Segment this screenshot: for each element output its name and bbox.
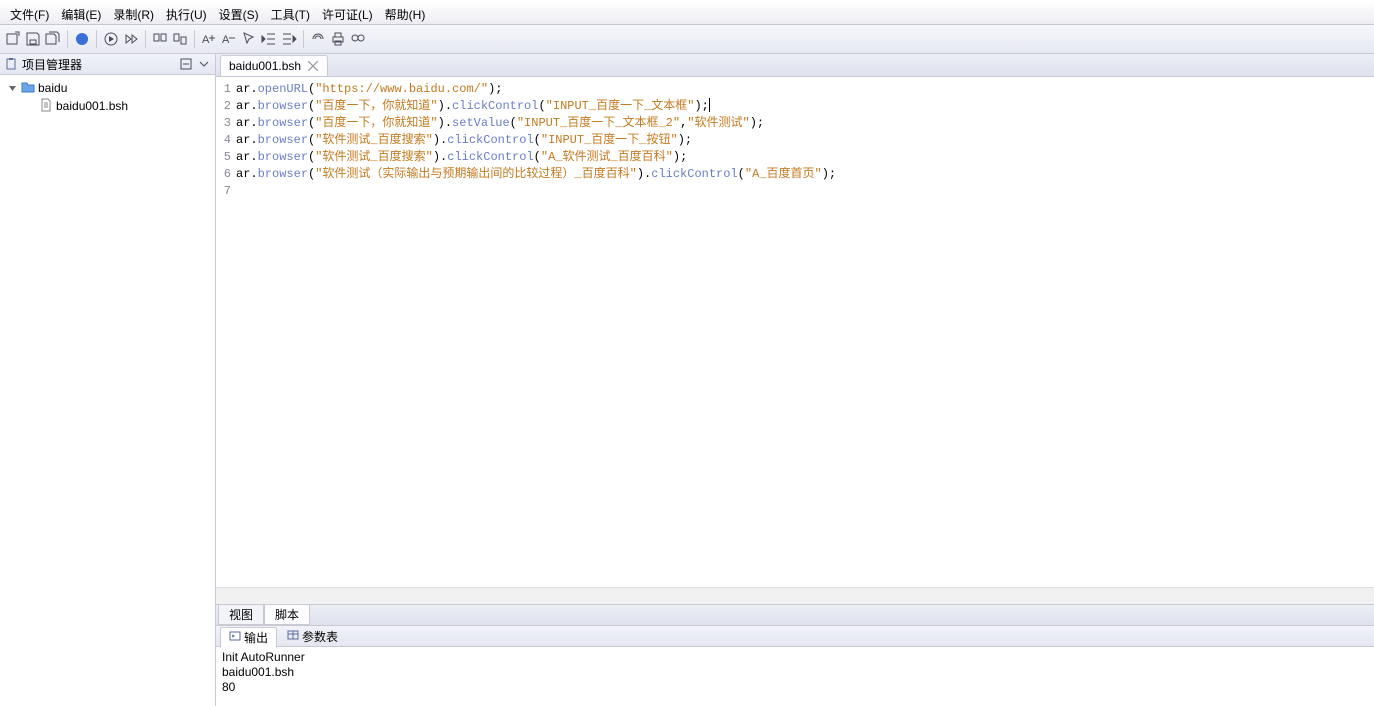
play-icon[interactable] [102, 30, 120, 48]
file-icon [39, 98, 53, 115]
twisty-open-icon[interactable] [6, 82, 18, 94]
menu-file[interactable]: 文件(F) [4, 4, 55, 25]
tree-file-label: baidu001.bsh [56, 99, 128, 113]
menubar: 文件(F) 编辑(E) 录制(R) 执行(U) 设置(S) 工具(T) 许可证(… [0, 4, 1374, 25]
project-explorer: 项目管理器 baidu baidu001.bsh [0, 54, 216, 706]
find-icon[interactable] [151, 30, 169, 48]
tree-folder-baidu[interactable]: baidu [0, 79, 215, 97]
menu-tools[interactable]: 工具(T) [265, 4, 316, 25]
menu-settings[interactable]: 设置(S) [213, 4, 265, 25]
play-step-icon[interactable] [122, 30, 140, 48]
code-editor[interactable]: 1234567 ar.openURL("https://www.baidu.co… [216, 77, 1374, 587]
font-inc-icon[interactable]: A [200, 30, 218, 48]
editor-tab-label: baidu001.bsh [229, 59, 301, 73]
tree-file-baidu001[interactable]: baidu001.bsh [0, 97, 215, 115]
svg-text:A: A [202, 34, 210, 46]
tab-view[interactable]: 视图 [218, 605, 264, 625]
output-panel: 输出 参数表 Init AutoRunnerbaidu001.bsh80 [216, 625, 1374, 706]
editor-hscroll[interactable] [216, 587, 1374, 604]
find-replace-icon[interactable] [171, 30, 189, 48]
tab-script[interactable]: 脚本 [264, 605, 310, 625]
close-icon[interactable] [307, 60, 319, 72]
editor-tabbar: baidu001.bsh [216, 54, 1374, 77]
menu-help[interactable]: 帮助(H) [379, 4, 432, 25]
tree-folder-label: baidu [38, 81, 67, 95]
link-icon[interactable] [309, 30, 327, 48]
collapse-icon[interactable] [179, 57, 193, 71]
indent-left-icon[interactable] [260, 30, 278, 48]
save-icon[interactable] [24, 30, 42, 48]
menu-edit[interactable]: 编辑(E) [55, 4, 107, 25]
editor-tab-baidu001[interactable]: baidu001.bsh [220, 55, 328, 76]
console-icon [229, 630, 241, 645]
table-icon [287, 629, 299, 644]
output-panel-header: 输出 参数表 [216, 626, 1374, 647]
menu-record[interactable]: 录制(R) [107, 4, 160, 25]
new-project-icon[interactable] [4, 30, 22, 48]
project-explorer-header: 项目管理器 [0, 54, 215, 75]
record-icon[interactable] [73, 30, 91, 48]
print-icon[interactable] [329, 30, 347, 48]
editor-bottom-tabs: 视图 脚本 [216, 604, 1374, 625]
line-gutter: 1234567 [216, 77, 234, 587]
project-explorer-title: 项目管理器 [22, 56, 82, 73]
output-body[interactable]: Init AutoRunnerbaidu001.bsh80 [216, 647, 1374, 706]
tab-output[interactable]: 输出 [220, 627, 277, 648]
svg-text:A: A [222, 34, 230, 46]
cursor-select-icon[interactable] [240, 30, 258, 48]
save-all-icon[interactable] [44, 30, 62, 48]
menu-run[interactable]: 执行(U) [160, 4, 213, 25]
tab-params[interactable]: 参数表 [279, 627, 346, 646]
folder-icon [21, 80, 35, 97]
menu-license[interactable]: 许可证(L) [316, 4, 379, 25]
project-tree: baidu baidu001.bsh [0, 75, 215, 706]
toolbar: A A [0, 25, 1374, 54]
indent-right-icon[interactable] [280, 30, 298, 48]
clipboard-icon [4, 57, 18, 71]
view-menu-icon[interactable] [197, 57, 211, 71]
spy-icon[interactable] [349, 30, 367, 48]
font-dec-icon[interactable]: A [220, 30, 238, 48]
code-area[interactable]: ar.openURL("https://www.baidu.com/");ar.… [234, 77, 1374, 587]
